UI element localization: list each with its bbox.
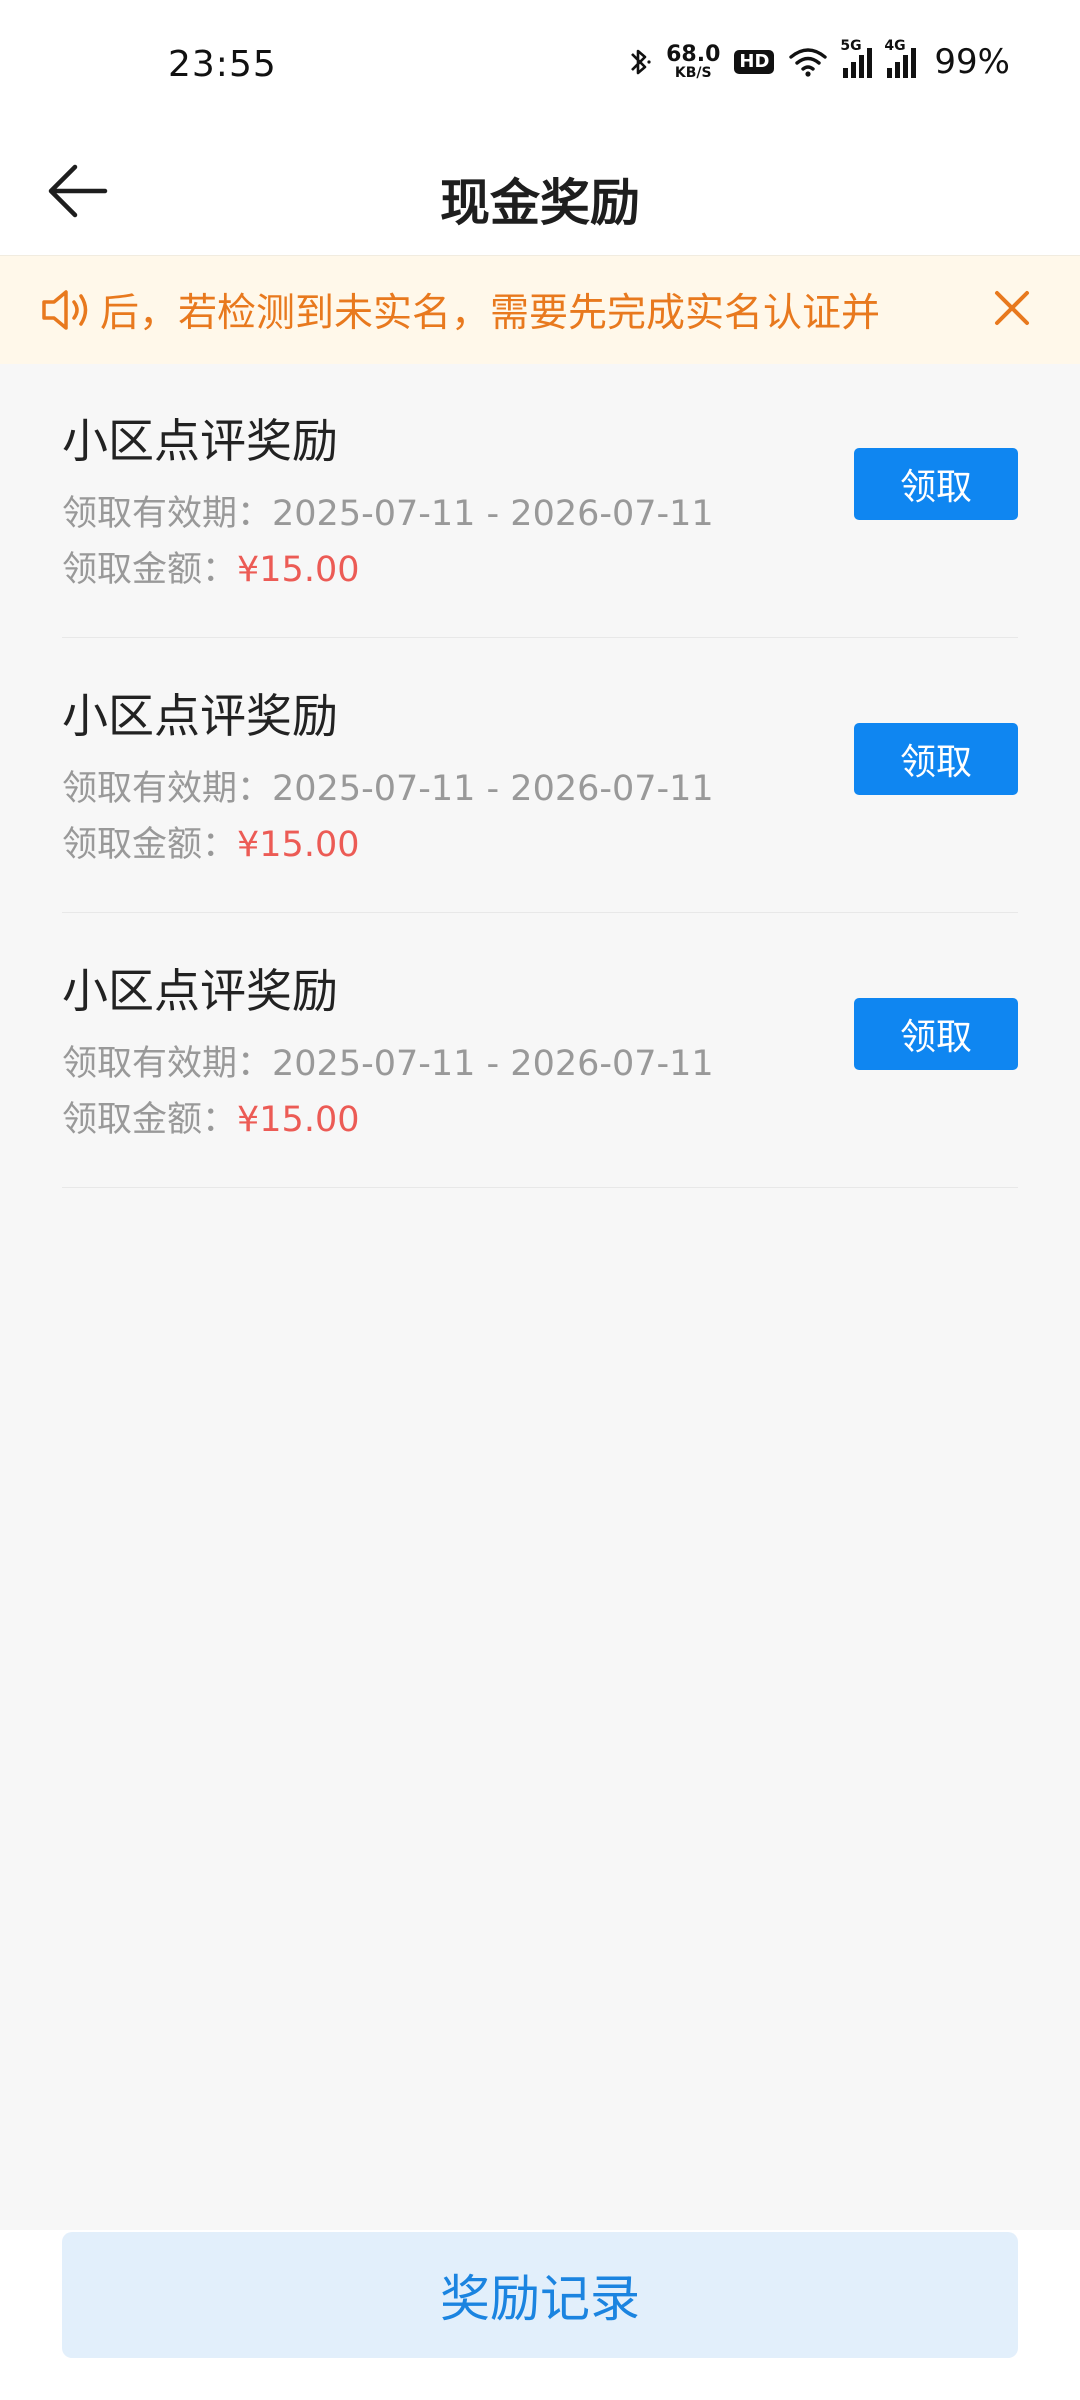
notice-close-button[interactable] bbox=[984, 282, 1040, 338]
claim-button[interactable]: 领取 bbox=[854, 998, 1018, 1070]
reward-title: 小区点评奖励 bbox=[62, 964, 338, 1018]
reward-validity: 领取有效期：2025-07-11 - 2026-07-11 bbox=[62, 760, 714, 811]
bottom-bar: 奖励记录 bbox=[0, 2230, 1080, 2400]
network-speed-unit: KB/S bbox=[674, 65, 712, 81]
notice-text: 后，若检测到未实名，需要先完成实名认证并 bbox=[100, 291, 881, 336]
reward-amount-row: 领取金额：¥15.00 bbox=[62, 541, 359, 592]
nav-bar: 现金奖励 bbox=[0, 135, 1080, 255]
claim-button[interactable]: 领取 bbox=[854, 723, 1018, 795]
network-speed: 68.0 KB/S bbox=[666, 42, 721, 81]
claim-button[interactable]: 领取 bbox=[854, 448, 1018, 520]
validity-range: 2025-07-11 - 2026-07-11 bbox=[272, 494, 714, 534]
notice-banner: 后，若检测到未实名，需要先完成实名认证并 bbox=[0, 255, 1080, 364]
reward-title: 小区点评奖励 bbox=[62, 689, 338, 743]
speaker-icon bbox=[40, 288, 90, 336]
status-bar: 23:55 68.0 KB/S HD 5G 4G 99% bbox=[0, 0, 1080, 135]
hd-badge: HD bbox=[734, 50, 775, 74]
validity-range: 2025-07-11 - 2026-07-11 bbox=[272, 1044, 714, 1084]
reward-amount-row: 领取金额：¥15.00 bbox=[62, 816, 359, 867]
validity-range: 2025-07-11 - 2026-07-11 bbox=[272, 769, 714, 809]
wifi-icon bbox=[788, 46, 828, 78]
notice-marquee: 后，若检测到未实名，需要先完成实名认证并 bbox=[100, 256, 950, 364]
reward-validity: 领取有效期：2025-07-11 - 2026-07-11 bbox=[62, 485, 714, 536]
reward-amount-row: 领取金额：¥15.00 bbox=[62, 1091, 359, 1142]
amount-value: ¥15.00 bbox=[237, 550, 360, 590]
signal-5g-label: 5G bbox=[840, 38, 862, 54]
reward-records-button[interactable]: 奖励记录 bbox=[62, 2232, 1018, 2358]
validity-label: 领取有效期： bbox=[62, 494, 273, 534]
amount-label: 领取金额： bbox=[62, 825, 238, 865]
reward-item: 小区点评奖励 领取有效期：2025-07-11 - 2026-07-11 领取金… bbox=[62, 913, 1018, 1188]
signal-4g-label: 4G bbox=[884, 38, 906, 54]
close-icon bbox=[993, 289, 1031, 331]
page-title: 现金奖励 bbox=[440, 174, 640, 232]
reward-title: 小区点评奖励 bbox=[62, 414, 338, 468]
signal-4g: 4G bbox=[884, 38, 917, 78]
validity-label: 领取有效期： bbox=[62, 769, 273, 809]
bluetooth-icon bbox=[626, 45, 652, 79]
validity-label: 领取有效期： bbox=[62, 1044, 273, 1084]
battery-level: 99% bbox=[934, 42, 1010, 82]
reward-item: 小区点评奖励 领取有效期：2025-07-11 - 2026-07-11 领取金… bbox=[62, 638, 1018, 913]
amount-label: 领取金额： bbox=[62, 550, 238, 590]
reward-item: 小区点评奖励 领取有效期：2025-07-11 - 2026-07-11 领取金… bbox=[62, 363, 1018, 638]
amount-value: ¥15.00 bbox=[237, 1100, 360, 1140]
amount-value: ¥15.00 bbox=[237, 825, 360, 865]
status-time: 23:55 bbox=[168, 44, 277, 85]
reward-list: 小区点评奖励 领取有效期：2025-07-11 - 2026-07-11 领取金… bbox=[62, 363, 1018, 1188]
signal-5g: 5G bbox=[840, 38, 873, 78]
amount-label: 领取金额： bbox=[62, 1100, 238, 1140]
reward-validity: 领取有效期：2025-07-11 - 2026-07-11 bbox=[62, 1035, 714, 1086]
status-icons: 68.0 KB/S HD 5G 4G 99% bbox=[626, 38, 1010, 82]
network-speed-value: 68.0 bbox=[666, 42, 721, 67]
